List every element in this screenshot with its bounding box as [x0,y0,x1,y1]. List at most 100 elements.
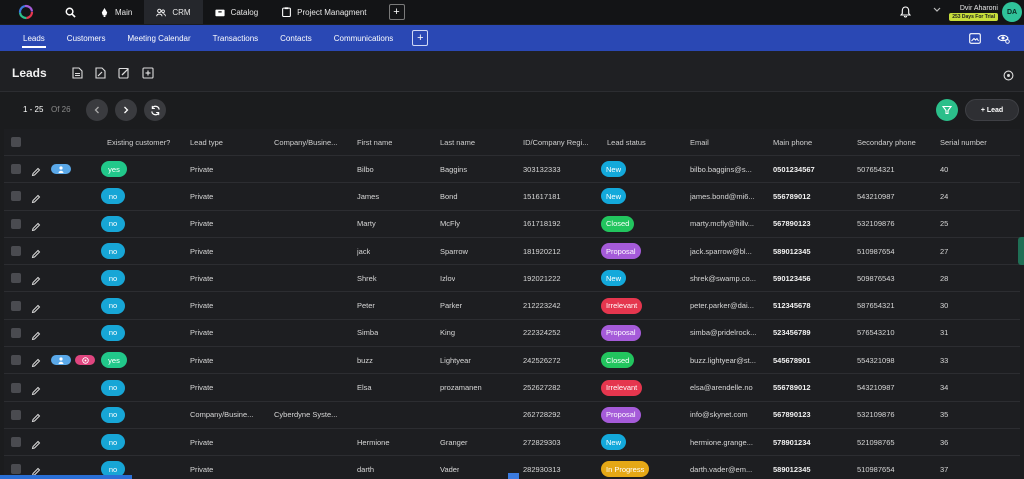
pencil-icon[interactable] [31,164,41,177]
table-row[interactable]: no Private James Bond 151617181 james.bond@mi… [4,183,1020,211]
edit-box-icon[interactable] [118,67,130,79]
scroll-thumb[interactable] [508,473,519,479]
notifications-button[interactable] [895,0,915,24]
lead-status-badge[interactable]: Closed [601,215,635,232]
lead-status-badge[interactable]: Proposal [601,324,641,341]
col-serial-number[interactable]: Serial number [940,138,987,147]
lead-status-badge[interactable]: Irrelevant [601,379,643,396]
table-row[interactable]: no Private Shrek Izlov 192021222 shrek@swamp.… [4,265,1020,293]
nav-item-customers[interactable]: Customers [56,25,117,51]
page-settings-button[interactable] [1003,68,1014,86]
nav-item-contacts[interactable]: Contacts [269,25,323,51]
side-panel-tab[interactable] [1018,237,1024,265]
col-email[interactable]: Email [690,138,709,147]
col-lead-type[interactable]: Lead type [190,138,223,147]
row-checkbox[interactable] [11,164,21,175]
cell-email: simba@pridelrock... [690,328,757,338]
table-row[interactable]: no Private jack Sparrow 181920212 jack.sparro… [4,237,1020,266]
pencil-icon[interactable] [31,383,41,395]
lead-status-badge[interactable]: New [601,270,627,287]
nav-item-meeting-calendar[interactable]: Meeting Calendar [116,25,201,51]
pencil-icon[interactable] [31,273,41,286]
pencil-icon[interactable] [31,410,41,422]
table-row[interactable]: no Company/Busine... Cyberdyne Syste... 262… [4,401,1020,429]
lead-status-badge[interactable]: New [601,188,627,205]
pencil-icon[interactable] [31,355,41,368]
page-title: Leads [12,66,47,80]
lead-status-badge[interactable]: In Progress [601,461,650,478]
row-checkbox[interactable] [11,191,21,202]
row-checkbox[interactable] [11,300,21,311]
nav-item-leads[interactable]: Leads [12,25,56,51]
cell-secondary-phone: 510987654 [857,464,895,474]
top-tab-project-managment[interactable]: Project Managment [270,0,378,24]
table-row[interactable]: no Private Elsa prozamanen 252627282 elsa@are… [4,374,1020,402]
table-row[interactable]: no Private Peter Parker 212223242 peter.parke… [4,292,1020,320]
col-first-name[interactable]: First name [357,138,392,147]
lead-status-badge[interactable]: Proposal [601,243,641,260]
pencil-icon[interactable] [31,464,41,477]
row-checkbox[interactable] [11,273,21,284]
select-all-checkbox[interactable] [11,137,21,147]
add-tab-button[interactable]: + [388,4,405,20]
col-company[interactable]: Company/Busine... [274,138,350,147]
lead-status-badge[interactable]: Closed [601,352,635,369]
avatar[interactable]: DA [1002,2,1022,22]
cell-last-name: Bond [440,191,458,201]
pencil-icon[interactable] [31,437,41,450]
table-row[interactable]: no Private Hermione Granger 272829303 hermion… [4,428,1020,457]
row-checkbox[interactable] [11,355,21,366]
document-icon[interactable] [72,67,83,79]
pencil-icon[interactable] [31,191,41,204]
top-tab-label: Project Managment [297,7,367,17]
app-logo[interactable] [0,0,52,24]
add-box-icon[interactable] [142,67,154,79]
person-icon[interactable] [51,164,71,175]
document-edit-icon[interactable] [95,67,106,79]
pencil-icon[interactable] [31,219,41,231]
row-checkbox[interactable] [11,409,21,420]
lead-status-badge[interactable]: New [601,434,627,451]
lead-status-badge[interactable]: Irrelevant [601,297,643,314]
row-checkbox[interactable] [11,382,21,393]
pencil-icon[interactable] [31,301,41,313]
nav-item-transactions[interactable]: Transactions [202,25,270,51]
row-checkbox[interactable] [11,464,21,475]
col-last-name[interactable]: Last name [440,138,475,147]
top-tab-crm[interactable]: CRM [144,0,203,24]
user-info[interactable]: Dvir Aharoni 253 Days For Trial [949,4,998,21]
nav-item-communications[interactable]: Communications [323,25,405,51]
col-secondary-phone[interactable]: Secondary phone [857,138,916,147]
refresh-button[interactable] [144,99,166,121]
row-checkbox[interactable] [11,218,21,229]
table-row[interactable]: yes Private Bilbo Baggins 303132333 bilbo.bag… [4,156,1020,184]
person-icon[interactable] [51,355,71,366]
image-icon[interactable] [969,32,981,44]
table-row[interactable]: no Private Marty McFly 161718192 marty.mcfly@… [4,210,1020,238]
pencil-icon[interactable] [31,328,41,341]
cell-last-name: Sparrow [440,246,468,256]
row-checkbox[interactable] [11,327,21,338]
col-main-phone[interactable]: Main phone [773,138,812,147]
lead-status-badge[interactable]: Proposal [601,406,641,423]
top-tab-catalog[interactable]: Catalog [203,0,271,24]
user-menu-toggle[interactable] [933,0,943,17]
table-row[interactable]: yes Private buzz Lightyear 242526272 buzz.lig… [4,347,1020,375]
col-lead-status[interactable]: Lead status [607,138,646,147]
col-id[interactable]: ID/Company Regi... [523,138,597,147]
table-row[interactable]: no Private Simba King 222324252 simba@pridelr… [4,319,1020,348]
col-existing-customer[interactable]: Existing customer? [107,138,170,147]
row-checkbox[interactable] [11,246,21,257]
add-nav-item-button[interactable]: + [412,30,429,46]
add-lead-button[interactable]: + Lead [965,99,1019,121]
prev-page-button[interactable] [86,99,108,121]
search-button[interactable] [52,0,88,24]
lead-status-badge[interactable]: New [601,161,627,178]
filter-button[interactable] [936,99,958,121]
top-tab-main[interactable]: Main [88,0,144,24]
pencil-icon[interactable] [31,246,41,259]
next-page-button[interactable] [115,99,137,121]
row-checkbox[interactable] [11,437,21,448]
target-icon[interactable] [75,355,95,366]
eye-settings-icon[interactable] [997,33,1010,44]
